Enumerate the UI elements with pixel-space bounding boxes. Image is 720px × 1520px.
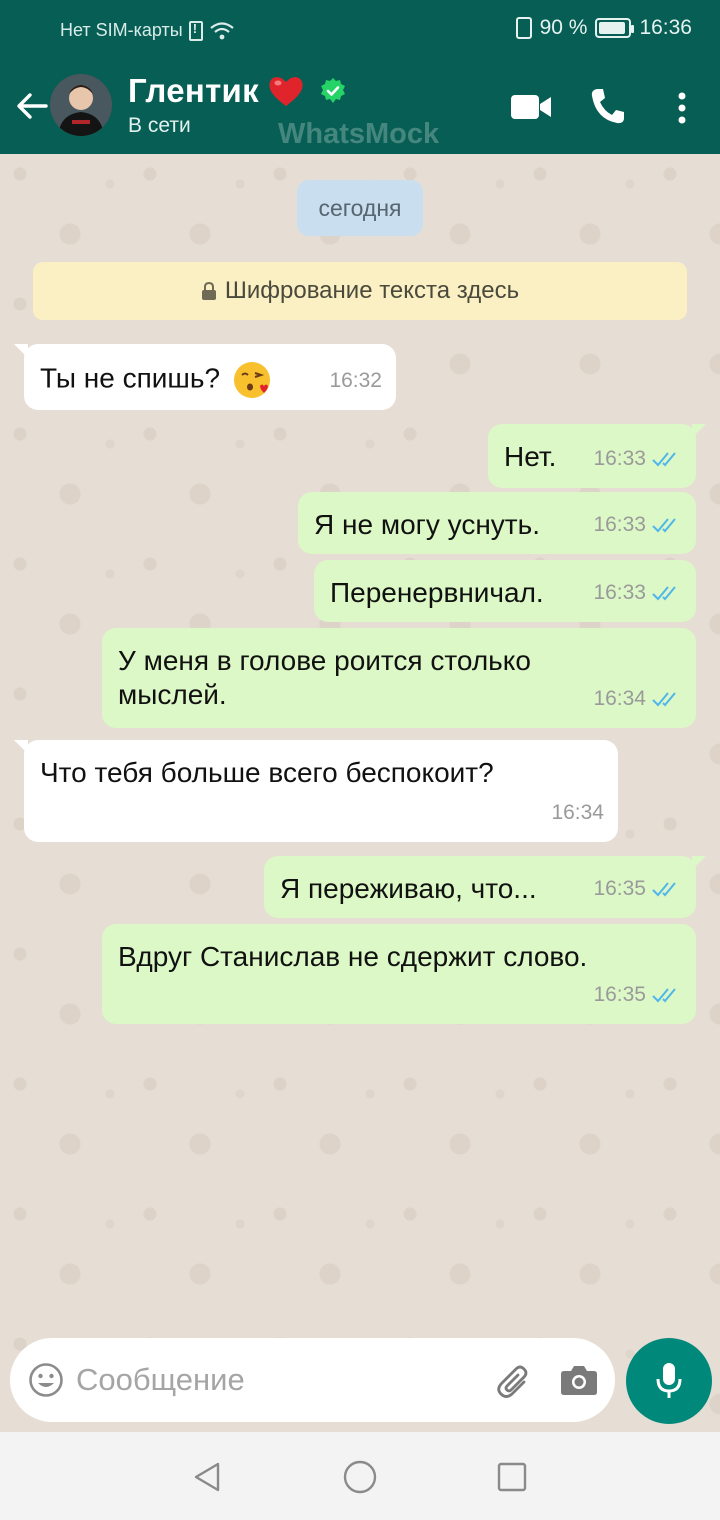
camera-icon[interactable] <box>560 1364 598 1396</box>
message-text: Ты не спишь? <box>40 362 221 394</box>
message-input[interactable] <box>76 1358 476 1402</box>
battery-icon <box>595 18 635 38</box>
message-bubble-incoming[interactable]: Что тебя больше всего беспокоит? 16:34 <box>14 740 618 842</box>
message-bubble-outgoing[interactable]: Я не могу уснуть. 16:33 <box>298 492 696 554</box>
message-composer <box>10 1338 615 1422</box>
nav-back-icon[interactable] <box>190 1460 224 1494</box>
avatar-photo <box>50 74 112 136</box>
message-time: 16:33 <box>593 581 646 604</box>
mic-button[interactable] <box>626 1338 712 1424</box>
kissing-face-icon <box>233 362 270 398</box>
back-arrow-icon[interactable] <box>12 86 52 126</box>
status-bar: Нет SIM-карты 90 % 16:36 <box>0 0 720 60</box>
carrier-label: Нет SIM-карты <box>60 20 183 40</box>
video-call-icon[interactable] <box>510 92 552 122</box>
encryption-text: Шифрование текста здесь <box>224 277 520 304</box>
nav-home-icon[interactable] <box>342 1459 378 1495</box>
message-time: 16:35 <box>593 983 646 1006</box>
more-vert-icon[interactable] <box>670 88 694 128</box>
contact-avatar[interactable] <box>50 74 112 136</box>
system-nav-bar <box>0 1432 720 1520</box>
message-time: 16:34 <box>551 801 604 824</box>
message-text: Я не могу уснуть. <box>314 509 540 540</box>
top-bar: Нет SIM-карты 90 % 16:36 <box>0 0 720 154</box>
double-check-icon <box>652 988 676 1003</box>
double-check-icon <box>652 586 676 601</box>
battery-percent: 90 % <box>539 16 588 39</box>
contact-name: Глентик <box>128 72 259 109</box>
bubble-tail <box>14 344 28 358</box>
message-bubble-outgoing[interactable]: Перенервничал. 16:33 <box>314 560 696 622</box>
bubble-tail <box>692 856 706 870</box>
sim-alert-icon <box>188 20 203 41</box>
double-check-icon <box>652 518 676 533</box>
lock-icon <box>201 282 216 300</box>
double-check-icon <box>652 692 676 707</box>
message-text: Перенервничал. <box>330 577 544 608</box>
bubble-tail <box>14 740 28 754</box>
double-check-icon <box>652 882 676 897</box>
message-bubble-outgoing[interactable]: У меня в голове роится столько мыслей. 1… <box>102 628 696 728</box>
message-bubble-incoming[interactable]: Ты не спишь? 16:32 <box>14 344 396 410</box>
message-time: 16:34 <box>593 687 646 710</box>
message-text: Нет. <box>504 441 557 472</box>
wifi-icon <box>210 21 234 39</box>
phone-call-icon[interactable] <box>588 86 626 126</box>
chat-app-bar: Глентик В сети WhatsMock <box>0 62 720 154</box>
encryption-banner[interactable]: Шифрование текста здесь <box>33 262 687 320</box>
message-time: 16:35 <box>593 877 646 900</box>
mic-icon <box>656 1363 682 1398</box>
message-text: У меня в голове роится столько мыслей. <box>118 645 531 710</box>
status-time: 16:36 <box>639 16 692 39</box>
message-bubble-outgoing[interactable]: Нет. 16:33 <box>488 424 706 488</box>
bubble-tail <box>692 424 706 438</box>
nav-recents-icon[interactable] <box>496 1461 528 1493</box>
vibrate-icon <box>515 17 532 39</box>
message-bubble-outgoing[interactable]: Вдруг Станислав не сдержит слово. 16:35 <box>102 924 696 1024</box>
message-time: 16:33 <box>593 447 646 470</box>
double-check-icon <box>652 452 676 467</box>
message-text: Вдруг Станислав не сдержит слово. <box>118 941 588 972</box>
message-time: 16:33 <box>593 513 646 536</box>
verified-icon <box>320 78 345 103</box>
message-text: Я переживаю, что... <box>280 873 537 904</box>
chat-area[interactable]: сегодня Шифрование текста здесь Ты не сп… <box>0 154 720 1432</box>
message-time: 16:32 <box>329 369 382 392</box>
attach-icon[interactable] <box>494 1362 534 1402</box>
date-chip: сегодня <box>297 180 423 236</box>
message-text: Что тебя больше всего беспокоит? <box>40 757 494 788</box>
message-bubble-outgoing[interactable]: Я переживаю, что... 16:35 <box>264 856 706 918</box>
watermark: WhatsMock <box>278 118 440 150</box>
heart-icon <box>269 77 303 106</box>
emoji-icon[interactable] <box>28 1362 64 1398</box>
